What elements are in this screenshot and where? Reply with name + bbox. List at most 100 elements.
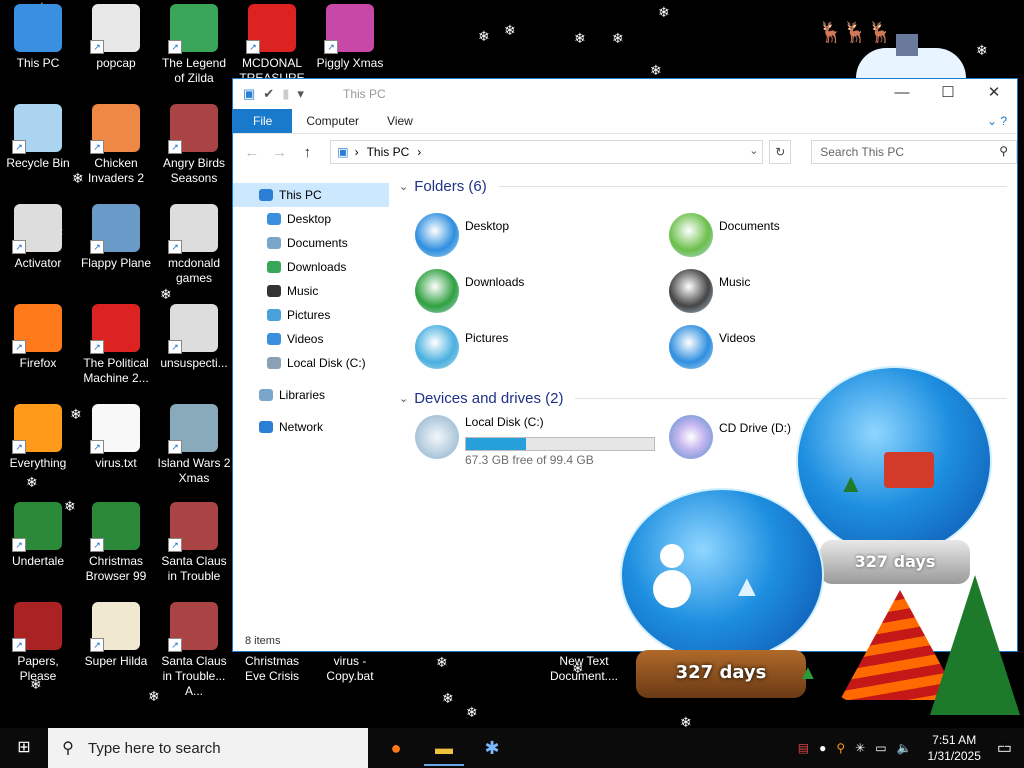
minimize-button[interactable]: — xyxy=(879,79,925,109)
desktop-icon[interactable]: ↗ Santa Claus in Trouble xyxy=(156,502,232,584)
drive-local-disk-c[interactable]: Local Disk (C:) 67.3 GB free of 99.4 GB xyxy=(415,413,655,467)
nav-item[interactable]: Local Disk (C:) xyxy=(233,351,389,375)
sleigh-scene: 🦌🦌🦌 xyxy=(800,14,970,78)
maximize-button[interactable]: ☐ xyxy=(925,79,971,109)
app-icon: ↗ xyxy=(168,304,218,354)
gadget-app-icon[interactable]: ✱ xyxy=(472,732,512,764)
desktop-icon[interactable]: ↗ unsuspecti... xyxy=(156,304,232,371)
desktop-icon[interactable]: ↗ Piggly Xmas xyxy=(312,4,388,71)
app-icon: ↗ xyxy=(12,104,62,154)
desktop-icon[interactable]: ↗ Angry Birds Seasons xyxy=(156,104,232,186)
customize-qat-icon[interactable]: ▾ xyxy=(297,86,304,102)
nav-item[interactable]: Network xyxy=(233,415,389,439)
tab-view[interactable]: View xyxy=(373,109,427,133)
folder-item[interactable]: Documents xyxy=(669,211,909,261)
desktop-icon[interactable]: ↗ Everything xyxy=(0,404,76,471)
snowflake-icon[interactable]: ✳ xyxy=(855,741,865,755)
folder-icon xyxy=(415,269,459,313)
folder-item[interactable]: Desktop xyxy=(415,211,655,261)
file-explorer-icon[interactable]: ▬ xyxy=(424,732,464,766)
nav-item[interactable]: Desktop xyxy=(233,207,389,231)
desktop-icon[interactable]: ↗ The Legend of Zilda xyxy=(156,4,232,86)
desktop-icon[interactable]: This PC xyxy=(0,4,76,71)
nav-item-label: Libraries xyxy=(279,388,326,402)
search-icon: ⚲ xyxy=(999,144,1008,158)
nav-item[interactable]: This PC xyxy=(233,183,389,207)
folder-item[interactable]: Videos xyxy=(669,323,909,373)
new-folder-icon[interactable]: ▮ xyxy=(282,86,289,102)
nav-item[interactable]: Videos xyxy=(233,327,389,351)
nav-item-label: Pictures xyxy=(287,308,331,322)
desktop-icon[interactable]: ↗ Santa Claus in Trouble... A... xyxy=(156,602,232,699)
printer-icon[interactable]: ▤ xyxy=(798,741,809,755)
chevron-down-icon[interactable]: ⌄ xyxy=(749,144,758,157)
app-icon: ↗ xyxy=(168,104,218,154)
shortcut-arrow-icon: ↗ xyxy=(168,40,182,54)
desktop-icon[interactable]: ↗ mcdonald games xyxy=(156,204,232,286)
volume-icon[interactable]: 🔈 xyxy=(897,741,912,755)
app-icon: ↗ xyxy=(90,502,140,552)
help-icon[interactable]: ⌄ ? xyxy=(987,114,1007,128)
snowflake-icon: ❄ xyxy=(574,30,586,46)
taskbar-search[interactable]: ⚲ Type here to search xyxy=(48,728,368,768)
breadcrumb-this-pc[interactable]: This PC xyxy=(367,145,410,159)
folder-item[interactable]: Pictures xyxy=(415,323,655,373)
nav-item-label: This PC xyxy=(279,188,322,202)
navigation-pane: This PC Desktop Documents Downloads Music Pic… xyxy=(233,183,389,623)
everything-search-icon[interactable]: ⚲ xyxy=(836,741,845,755)
globe-base: 327 days xyxy=(820,540,970,584)
shortcut-arrow-icon: ↗ xyxy=(12,240,26,254)
desktop-icon[interactable]: ↗ Super Hilda xyxy=(78,602,154,669)
search-input[interactable]: Search This PC ⚲ xyxy=(811,140,1017,164)
desktop-icon[interactable]: ↗ Activator xyxy=(0,204,76,271)
folder-item[interactable]: Music xyxy=(669,267,909,317)
desktop-icon[interactable]: ↗ virus.txt xyxy=(78,404,154,471)
app-icon: ↗ xyxy=(90,104,140,154)
properties-icon[interactable]: ✔ xyxy=(263,86,274,102)
desktop-icon[interactable]: ↗ Island Wars 2 Xmas xyxy=(156,404,232,486)
nav-item[interactable]: Downloads xyxy=(233,255,389,279)
desktop-icon[interactable]: ↗ Firefox xyxy=(0,304,76,371)
nav-item[interactable]: Music xyxy=(233,279,389,303)
desktop-icon[interactable]: ↗MCDONAL TREASURE xyxy=(234,4,310,86)
up-button[interactable]: ↑ xyxy=(297,144,319,161)
shortcut-arrow-icon: ↗ xyxy=(90,440,104,454)
start-button[interactable]: ⊞ xyxy=(0,728,48,768)
nav-item[interactable]: Libraries xyxy=(233,383,389,407)
title-bar[interactable]: ▣ ✔ ▮ ▾ This PC — ☐ ✕ xyxy=(233,79,1017,109)
refresh-button[interactable]: ↻ xyxy=(769,140,792,164)
desktop-icon[interactable]: ↗ The Political Machine 2... xyxy=(78,304,154,386)
address-bar[interactable]: ▣ › This PC › ⌄ xyxy=(330,140,764,164)
desktop-icon-label: Activator xyxy=(14,256,62,270)
desktop-icon[interactable]: ↗ Undertale xyxy=(0,502,76,569)
desktop-icon[interactable]: ↗ Christmas Browser 99 xyxy=(78,502,154,584)
this-pc-icon: ▣ xyxy=(243,86,256,101)
desktop-icon[interactable]: ↗ Chicken Invaders 2 xyxy=(78,104,154,186)
tab-computer[interactable]: Computer xyxy=(292,109,373,133)
folder-item[interactable]: Downloads xyxy=(415,267,655,317)
desktop-icon[interactable]: ↗ popcap xyxy=(78,4,154,71)
search-placeholder: Search This PC xyxy=(820,145,905,159)
desktop-icon[interactable]: ↗ Papers, Please xyxy=(0,602,76,684)
forward-button[interactable]: → xyxy=(269,144,291,161)
clock[interactable]: 7:51 AM 1/31/2025 xyxy=(927,732,980,764)
app-icon: ↗ xyxy=(90,4,140,54)
folders-group-header[interactable]: ⌄ Folders (6) xyxy=(399,175,1007,197)
shortcut-arrow-icon: ↗ xyxy=(90,140,104,154)
drop-icon[interactable]: ● xyxy=(819,741,826,755)
network-icon[interactable]: ▭ xyxy=(875,741,886,755)
nav-item-icon xyxy=(267,237,281,249)
notification-center-icon[interactable]: ▭ 7 xyxy=(997,738,1012,758)
nav-item-label: Downloads xyxy=(287,260,347,274)
app-icon: ↗ xyxy=(90,602,140,652)
firefox-icon[interactable]: ● xyxy=(376,732,416,764)
folder-label: Documents xyxy=(719,219,780,233)
desktop-icon[interactable]: ↗ Flappy Plane xyxy=(78,204,154,271)
back-button[interactable]: ← xyxy=(241,144,263,161)
close-button[interactable]: ✕ xyxy=(971,79,1017,109)
desktop-icon[interactable]: ↗ Recycle Bin xyxy=(0,104,76,171)
desktop-icon-label: Santa Claus in Trouble... A... xyxy=(161,654,227,698)
nav-item[interactable]: Pictures xyxy=(233,303,389,327)
tab-file[interactable]: File xyxy=(233,109,293,133)
nav-item[interactable]: Documents xyxy=(233,231,389,255)
